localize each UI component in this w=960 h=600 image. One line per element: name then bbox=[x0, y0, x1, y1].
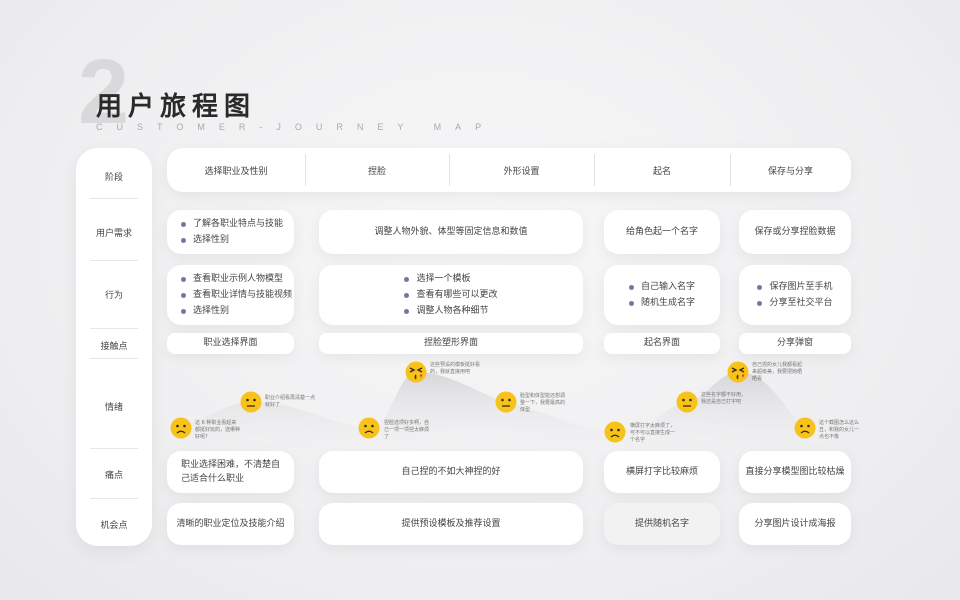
row-label-touchpoints: 接触点 bbox=[100, 342, 128, 352]
needs-card-career: 了解各职业特点与技能 选择性别 bbox=[167, 210, 294, 254]
pain-card-face: 自己捏的不如大神捏的好 bbox=[319, 451, 583, 493]
needs-card-share: 保存或分享捏脸数据 bbox=[739, 210, 851, 254]
emotion-note: 横屏打字太麻烦了，可不可以直接生成一个名字 bbox=[630, 423, 676, 443]
stage-face: 捏脸 bbox=[367, 166, 386, 177]
emotion-note: 自己捏的女儿我都看起来超级美，我要把她晒晒看 bbox=[752, 362, 803, 382]
row-label-needs: 用户需求 bbox=[95, 229, 132, 239]
action-item: 自己输入名字 bbox=[628, 279, 695, 295]
neutral-face-icon bbox=[495, 391, 517, 413]
needs-item: 了解各职业特点与技能 bbox=[181, 216, 283, 232]
row-label-stage: 阶段 bbox=[104, 173, 123, 183]
pain-card-naming: 横屏打字比较麻烦 bbox=[604, 451, 720, 493]
row-label-column: 阶段 用户需求 行为 接触点 情绪 痛点 机会点 bbox=[76, 148, 152, 546]
actions-card-career: 查看职业示例人物模型 查看职业详情与技能视频 选择性别 bbox=[167, 265, 294, 325]
action-item: 分享至社交平台 bbox=[757, 295, 833, 311]
needs-card-naming: 给角色起一个名字 bbox=[604, 210, 720, 254]
opportunity-card-career: 清晰的职业定位及技能介绍 bbox=[167, 503, 294, 545]
opportunity-card-share: 分享图片设计成海报 bbox=[739, 503, 851, 545]
touchpoint-naming: 起名界面 bbox=[604, 333, 720, 354]
actions-card-naming: 自己输入名字 随机生成名字 bbox=[604, 265, 720, 325]
row-divider bbox=[90, 328, 138, 329]
row-label-pains: 痛点 bbox=[104, 471, 123, 481]
opportunity-card-face: 提供预设模板及推荐设置 bbox=[319, 503, 583, 545]
row-divider bbox=[90, 198, 138, 199]
pain-card-share: 直接分享模型图比较枯燥 bbox=[739, 451, 851, 493]
sad-face-icon bbox=[358, 417, 380, 439]
needs-card-face: 调整人物外貌、体型等固定信息和数值 bbox=[319, 210, 583, 254]
neutral-face-icon bbox=[676, 391, 698, 413]
stage-share: 保存与分享 bbox=[767, 166, 813, 177]
action-item: 调整人物各种细节 bbox=[404, 303, 497, 319]
stage-naming: 起名 bbox=[652, 166, 671, 177]
actions-card-share: 保存图片至手机 分享至社交平台 bbox=[739, 265, 851, 325]
sad-face-icon bbox=[604, 421, 626, 443]
needs-item: 选择性别 bbox=[181, 232, 283, 248]
touchpoint-career: 职业选择界面 bbox=[167, 333, 294, 354]
actions-card-face: 选择一个模板 查看有哪些可以更改 调整人物各种细节 bbox=[319, 265, 583, 325]
neutral-face-icon bbox=[240, 391, 262, 413]
row-divider bbox=[90, 448, 138, 449]
row-divider bbox=[90, 358, 138, 359]
page-subtitle: CUSTOMER-JOURNEY MAP bbox=[96, 122, 496, 132]
kiss-face-icon bbox=[727, 361, 749, 383]
action-item: 查看职业详情与技能视频 bbox=[181, 287, 292, 303]
action-item: 查看职业示例人物模型 bbox=[181, 271, 292, 287]
action-item: 随机生成名字 bbox=[628, 295, 695, 311]
action-item: 选择性别 bbox=[181, 303, 292, 319]
action-item: 查看有哪些可以更改 bbox=[404, 287, 498, 303]
emotion-note: 这些名字都不好用，我还是自己打字吧 bbox=[701, 392, 747, 405]
emotion-note: 这些预设的模板挺好看的，我就直接用吧 bbox=[430, 362, 481, 375]
emotion-note: 捏脸选项好多啊，自己一项一项捏太麻烦了 bbox=[384, 420, 430, 440]
emotion-note: 职业介绍看再清楚一点就好了 bbox=[265, 395, 316, 408]
kiss-face-icon bbox=[405, 361, 427, 383]
emotion-note: 脸型和体型能还想调整一下，我要最高的体型 bbox=[520, 393, 566, 413]
emotion-note: 这 6 种职业看起来都挺好玩的，选哪种好呢? bbox=[195, 420, 241, 440]
emotion-note: 这个截图怎么这么丑，和我的女儿一点也不像 bbox=[819, 420, 860, 440]
row-divider bbox=[90, 498, 138, 499]
page-title: 用户旅程图 bbox=[96, 92, 257, 122]
stage-appearance: 外形设置 bbox=[503, 166, 540, 177]
action-item: 保存图片至手机 bbox=[757, 279, 833, 295]
touchpoint-share: 分享弹窗 bbox=[739, 333, 851, 354]
sad-face-icon bbox=[794, 417, 816, 439]
action-item: 选择一个模板 bbox=[404, 271, 497, 287]
row-divider bbox=[90, 260, 138, 261]
sad-face-icon bbox=[170, 417, 192, 439]
row-label-actions: 行为 bbox=[104, 291, 123, 301]
stage-bar: 选择职业及性别 捏脸 外形设置 起名 保存与分享 bbox=[167, 148, 851, 192]
opportunity-card-naming: 提供随机名字 bbox=[604, 503, 720, 545]
pain-card-career: 职业选择困难，不清楚自己适合什么职业 bbox=[167, 451, 294, 493]
touchpoint-face: 捏脸塑形界面 bbox=[319, 333, 583, 354]
row-label-opportunities: 机会点 bbox=[100, 521, 128, 531]
row-label-emotions: 情绪 bbox=[104, 403, 123, 413]
stage-career: 选择职业及性别 bbox=[204, 166, 268, 177]
